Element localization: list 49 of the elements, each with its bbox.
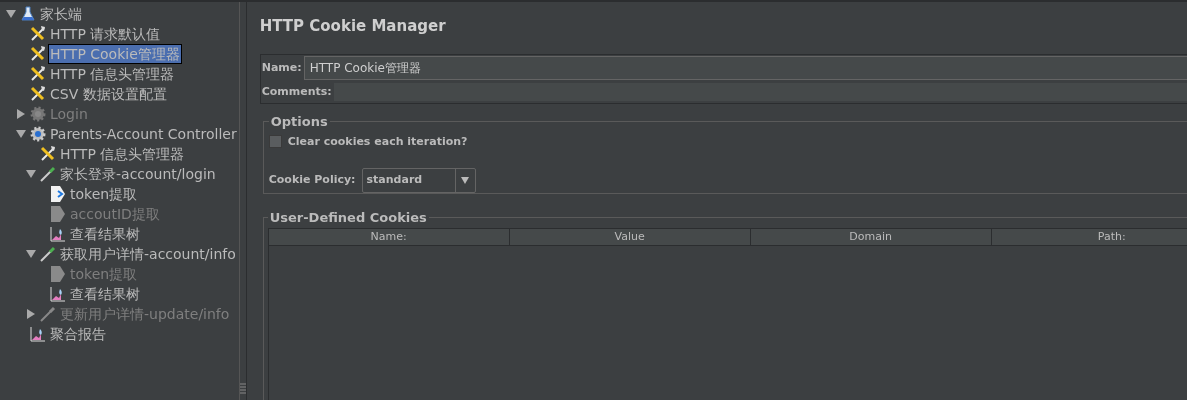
tree-item[interactable]: 获取用户详情-account/info xyxy=(58,244,238,264)
tree-item[interactable]: 家长端 xyxy=(38,4,84,24)
tree-item[interactable]: 聚合报告 xyxy=(48,324,108,344)
checkbox-label: Clear cookies each iteration? xyxy=(287,133,468,150)
tree-item[interactable]: token提取 xyxy=(68,184,140,204)
tree-item[interactable]: CSV 数据设置配置 xyxy=(48,84,169,104)
tree-item[interactable]: 查看结果树 xyxy=(68,224,142,244)
name-label: Name: xyxy=(261,59,303,76)
options-legend: Options xyxy=(268,112,330,132)
dropdown-arrow-icon xyxy=(461,177,470,184)
tree-item[interactable]: HTTP 信息头管理器 xyxy=(48,64,177,84)
chart-icon xyxy=(50,286,66,302)
wrench-screwdriver-icon xyxy=(29,25,47,43)
gear-icon xyxy=(29,125,47,143)
wrench-screwdriver-icon xyxy=(29,65,47,83)
chart-icon xyxy=(50,226,66,242)
comments-label: Comments: xyxy=(261,83,333,100)
gear-icon xyxy=(29,105,47,123)
wrench-screwdriver-icon xyxy=(39,145,57,163)
column-header[interactable]: Value xyxy=(509,228,751,245)
cookies-legend: User-Defined Cookies xyxy=(267,208,429,228)
tree-item[interactable]: 查看结果树 xyxy=(68,284,142,304)
grip-icon[interactable] xyxy=(239,382,246,396)
wrench-screwdriver-icon xyxy=(29,45,47,63)
pipette-icon xyxy=(39,245,57,263)
flask-icon xyxy=(20,6,36,22)
pipette-icon xyxy=(39,165,57,183)
tree-item[interactable]: 家长登录-account/login xyxy=(58,164,218,184)
tree-item[interactable]: HTTP 信息头管理器 xyxy=(58,144,187,164)
policy-label: Cookie Policy: xyxy=(268,172,356,189)
column-header[interactable]: Name: xyxy=(268,228,510,245)
name-field[interactable]: HTTP Cookie管理器 xyxy=(303,56,1187,80)
checkbox[interactable] xyxy=(268,135,282,149)
document-arrow-icon xyxy=(50,265,66,283)
chart-icon xyxy=(30,326,46,342)
pipette-icon xyxy=(39,305,57,323)
tree-item[interactable]: HTTP 请求默认值 xyxy=(48,24,163,44)
collapse-icon[interactable] xyxy=(26,169,36,179)
panel-title: HTTP Cookie Manager xyxy=(259,16,447,36)
document-arrow-icon xyxy=(50,185,66,203)
collapse-icon[interactable] xyxy=(26,249,36,259)
collapse-icon[interactable] xyxy=(16,129,26,139)
column-header[interactable]: Domain xyxy=(750,228,992,245)
collapse-icon[interactable] xyxy=(6,9,16,19)
document-arrow-icon xyxy=(50,205,66,223)
wrench-screwdriver-icon xyxy=(29,85,47,103)
policy-dropdown[interactable]: standard xyxy=(361,168,476,193)
tree-item[interactable]: Parents-Account Controller xyxy=(48,124,239,144)
column-header[interactable]: Path: xyxy=(991,228,1187,245)
